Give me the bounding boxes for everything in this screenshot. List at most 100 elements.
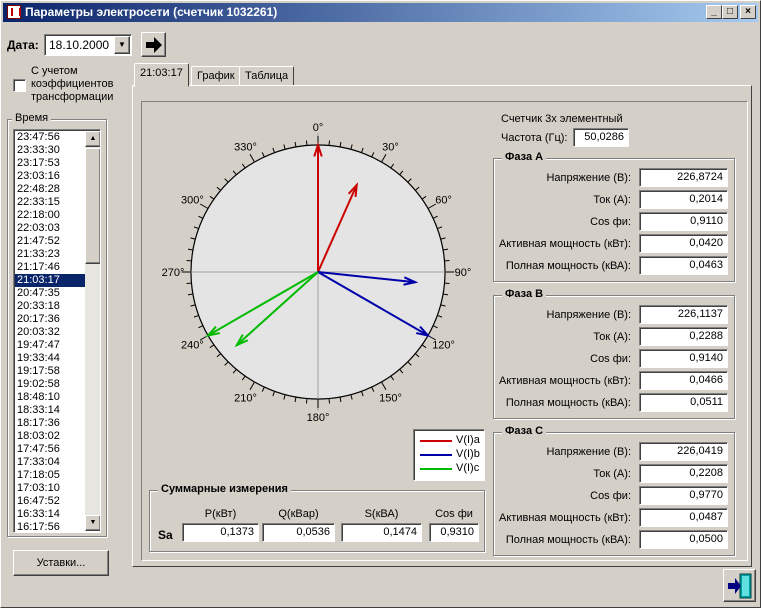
time-list-item[interactable]: 19:17:58: [15, 365, 85, 378]
tab-time[interactable]: 21:03:17: [134, 63, 189, 87]
exit-button[interactable]: [723, 569, 756, 602]
summary-value[interactable]: 0,1373: [182, 523, 259, 542]
summary-value[interactable]: 0,9310: [429, 523, 479, 542]
angle-label: 90°: [455, 267, 472, 279]
phase-row-label: Cos фи:: [590, 216, 631, 228]
time-list-item[interactable]: 23:03:16: [15, 170, 85, 183]
legend-swatch: [420, 468, 452, 470]
legend-items: V(I)a V(I)b V(I)c: [420, 434, 482, 476]
angle-label: 240°: [181, 340, 204, 352]
time-list-item[interactable]: 22:48:28: [15, 183, 85, 196]
time-list-item[interactable]: 19:02:58: [15, 378, 85, 391]
time-list-item[interactable]: 16:33:14: [15, 508, 85, 521]
time-list-item[interactable]: 22:33:15: [15, 196, 85, 209]
phase-row-value[interactable]: 0,2014: [639, 190, 728, 209]
maximize-button[interactable]: □: [722, 5, 738, 19]
time-list-item[interactable]: 22:18:00: [15, 209, 85, 222]
phase-row-value[interactable]: 226,0419: [639, 442, 728, 461]
time-list-item[interactable]: 20:33:18: [15, 300, 85, 313]
phase-row-value[interactable]: 226,8724: [639, 168, 728, 187]
time-list-item[interactable]: 23:47:56: [15, 131, 85, 144]
dial-tick: [399, 368, 404, 374]
dial-tick: [283, 144, 286, 150]
dial-tick: [381, 153, 387, 163]
phase-row-value[interactable]: 0,9140: [639, 349, 728, 368]
time-list-item[interactable]: 20:03:32: [15, 326, 85, 339]
frequency-field[interactable]: 50,0286: [573, 128, 629, 147]
summary-title: Суммарные измерения: [158, 483, 291, 495]
phase-row-value[interactable]: 0,0511: [639, 393, 728, 412]
time-list-item[interactable]: 20:17:36: [15, 313, 85, 326]
date-picker[interactable]: 18.10.2000 ▼: [44, 34, 132, 56]
go-button[interactable]: [141, 32, 166, 57]
phase-row-value[interactable]: 0,0463: [639, 256, 728, 275]
time-list-item[interactable]: 21:17:46: [15, 261, 85, 274]
phase-row-label: Активная мощность (кВт):: [499, 238, 631, 250]
phase-row-value[interactable]: 0,0466: [639, 371, 728, 390]
time-list-item[interactable]: 19:47:47: [15, 339, 85, 352]
legend-label: V(I)b: [456, 448, 480, 460]
summary-value[interactable]: 0,0536: [262, 523, 335, 542]
legend-swatch: [420, 454, 452, 456]
transformation-checkbox[interactable]: [13, 79, 26, 92]
time-list-item[interactable]: 19:33:44: [15, 352, 85, 365]
angle-label: 0°: [313, 122, 324, 134]
minimize-button[interactable]: _: [706, 5, 722, 19]
dial-tick: [187, 248, 194, 251]
phase-row-value[interactable]: 226,1137: [639, 305, 728, 324]
phase-row-value[interactable]: 0,0487: [639, 508, 728, 527]
time-list[interactable]: 23:47:56 23:33:30 23:17:53 23:03:16 22:48:28…: [13, 129, 101, 533]
time-list-item[interactable]: 18:03:02: [15, 430, 85, 443]
dial-tick: [440, 237, 446, 240]
phase-row-value[interactable]: 0,2288: [639, 327, 728, 346]
arrow-down-icon: ▼: [89, 519, 97, 526]
date-dropdown-button[interactable]: ▼: [114, 36, 130, 54]
phase-row-value[interactable]: 0,2208: [639, 464, 728, 483]
phase-row-value[interactable]: 0,9110: [639, 212, 728, 231]
tab-table[interactable]: Таблица: [239, 66, 295, 86]
close-button[interactable]: ×: [740, 5, 756, 19]
time-list-item[interactable]: 18:17:36: [15, 417, 85, 430]
time-list-item[interactable]: 21:03:17: [15, 274, 85, 287]
time-list-item[interactable]: 18:48:10: [15, 391, 85, 404]
scroll-thumb[interactable]: [85, 148, 100, 264]
tab-chart[interactable]: График: [191, 66, 241, 86]
dial-tick: [339, 141, 342, 148]
time-list-item[interactable]: 21:47:52: [15, 235, 85, 248]
summary-value[interactable]: 0,1474: [341, 523, 422, 542]
phase-row-value[interactable]: 0,0500: [639, 530, 728, 549]
dial-tick: [421, 344, 427, 349]
scroll-up-button[interactable]: ▲: [85, 131, 100, 147]
time-list-item[interactable]: 20:47:35: [15, 287, 85, 300]
title-bar[interactable]: Параметры электросети (счетчик 1032261) …: [3, 3, 758, 22]
time-list-item[interactable]: 17:33:04: [15, 456, 85, 469]
dial-tick: [190, 304, 196, 307]
dial-tick: [421, 195, 427, 200]
time-list-item[interactable]: 22:03:03: [15, 222, 85, 235]
time-list-item[interactable]: 16:47:52: [15, 495, 85, 508]
dial-tick: [350, 144, 353, 150]
phase-row-label: Напряжение (В):: [546, 309, 631, 321]
phase-row-label: Напряжение (В):: [546, 446, 631, 458]
scroll-down-button[interactable]: ▼: [85, 515, 100, 531]
settings-button[interactable]: Уставки...: [13, 550, 109, 576]
angle-label: 60°: [435, 195, 452, 207]
dial-tick: [232, 170, 237, 176]
time-list-scrollbar[interactable]: ▲ ▼: [85, 131, 100, 531]
phase-row-label: Активная мощность (кВт):: [499, 512, 631, 524]
time-list-item[interactable]: 18:33:14: [15, 404, 85, 417]
phase-row-value[interactable]: 0,9770: [639, 486, 728, 505]
time-list-item[interactable]: 17:18:05: [15, 469, 85, 482]
time-list-item[interactable]: 16:17:56: [15, 521, 85, 532]
time-list-item[interactable]: 23:33:30: [15, 144, 85, 157]
time-list-item[interactable]: 21:33:23: [15, 248, 85, 261]
time-list-item[interactable]: 17:47:56: [15, 443, 85, 456]
time-list-item[interactable]: 17:03:10: [15, 482, 85, 495]
meter-type: Счетчик 3х элементный: [501, 113, 623, 125]
dial-tick: [249, 153, 255, 163]
phase-title: Фаза B: [502, 288, 547, 300]
close-icon: ×: [745, 6, 751, 17]
arrow-right-icon: [146, 37, 162, 53]
phase-row-value[interactable]: 0,0420: [639, 234, 728, 253]
time-list-item[interactable]: 23:17:53: [15, 157, 85, 170]
